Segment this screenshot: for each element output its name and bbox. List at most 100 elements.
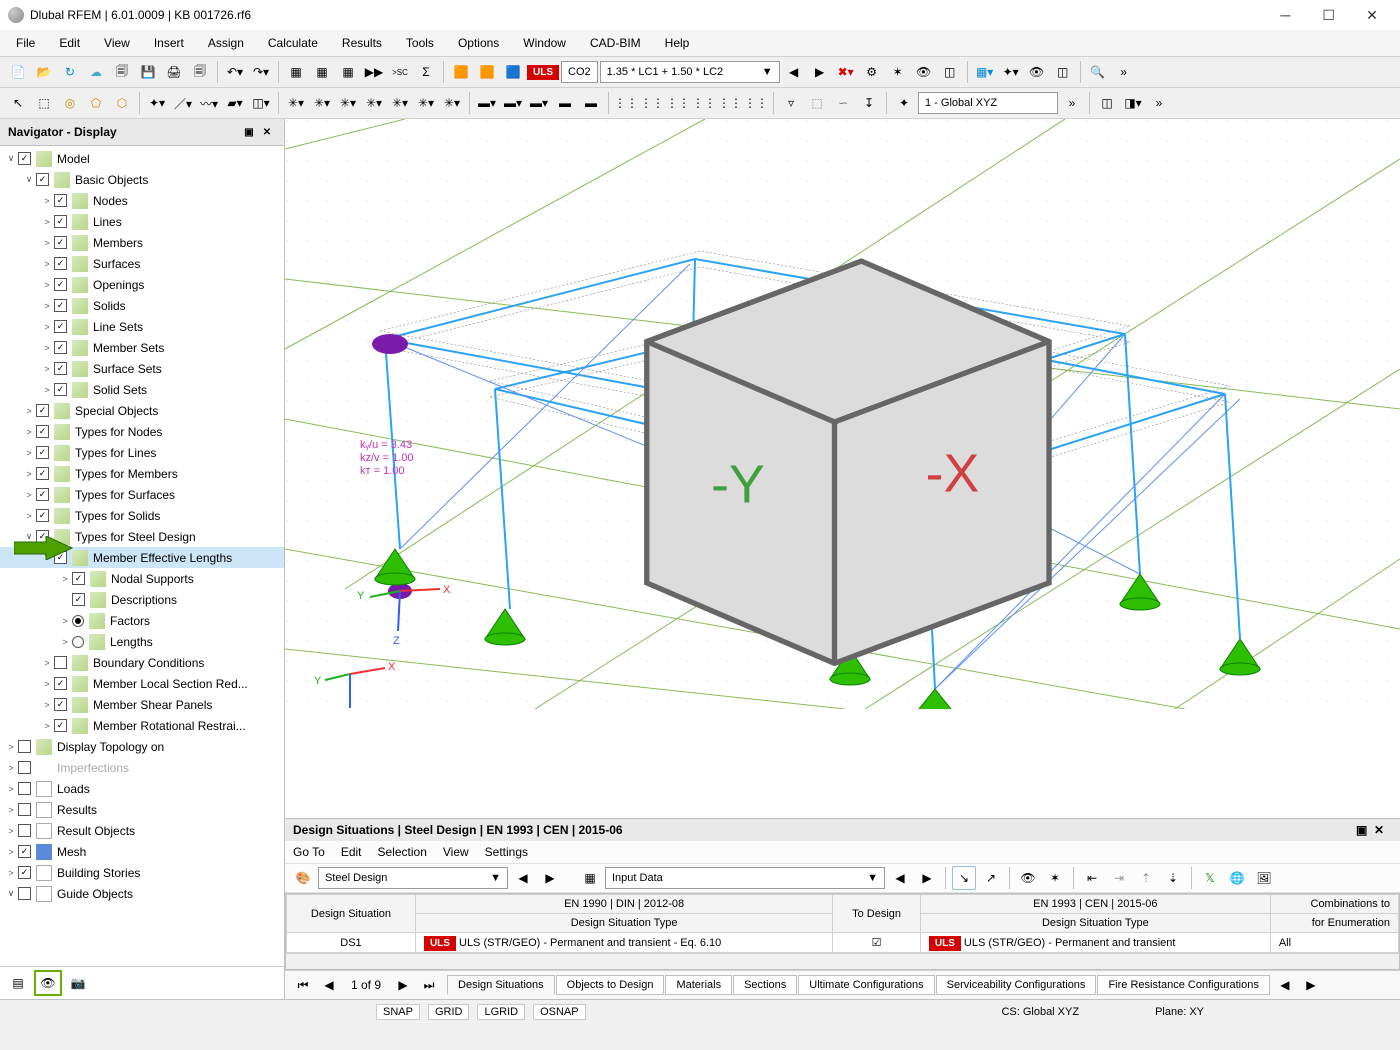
module-next[interactable]: ▶ — [538, 866, 562, 890]
menu-options[interactable]: Options — [446, 32, 511, 54]
lc-button-2[interactable]: 🟧 — [475, 60, 499, 84]
preview-button[interactable]: 👁 — [912, 60, 936, 84]
expand-arrow-icon[interactable]: > — [4, 826, 18, 836]
select-tool-3[interactable]: ◎ — [58, 91, 82, 115]
bottom-tab[interactable]: Design Situations — [447, 975, 555, 995]
draw-opening-button[interactable]: ◫▾ — [249, 91, 273, 115]
table-view-1-button[interactable]: ▦ — [284, 60, 308, 84]
expand-arrow-icon[interactable]: > — [22, 427, 36, 437]
tree-item[interactable]: >Results — [0, 799, 284, 820]
expand-arrow-icon[interactable]: > — [40, 238, 54, 248]
tree-item[interactable]: ∨Member Effective Lengths — [0, 547, 284, 568]
checkbox[interactable] — [36, 425, 49, 438]
menu-window[interactable]: Window — [511, 32, 578, 54]
more-toolbar-3[interactable]: » — [1147, 91, 1171, 115]
checkbox[interactable] — [18, 845, 31, 858]
open-button[interactable]: 📂 — [32, 60, 56, 84]
menu-insert[interactable]: Insert — [142, 32, 196, 54]
expand-arrow-icon[interactable]: > — [40, 385, 54, 395]
tree-item[interactable]: >Loads — [0, 778, 284, 799]
draw-surface-button[interactable]: ▰▾ — [223, 91, 247, 115]
checkbox[interactable] — [36, 467, 49, 480]
module-combo[interactable]: Steel Design▼ — [318, 867, 508, 889]
expand-arrow-icon[interactable]: > — [40, 217, 54, 227]
nav-tab-views[interactable]: 📷 — [64, 970, 92, 996]
tree-item[interactable]: ∨Types for Steel Design — [0, 526, 284, 547]
data-prev[interactable]: ◀ — [888, 866, 912, 890]
tool-c-button[interactable]: ◫ — [938, 60, 962, 84]
status-lgrid[interactable]: LGRID — [477, 1004, 525, 1020]
checkbox[interactable] — [72, 593, 85, 606]
table-scrollbar[interactable] — [286, 953, 1399, 969]
checkbox[interactable] — [36, 404, 49, 417]
checkbox[interactable] — [54, 278, 67, 291]
grid-tool-4[interactable]: ⋮⋮ — [692, 91, 716, 115]
checkbox[interactable] — [54, 299, 67, 312]
panel-menu-selection[interactable]: Selection — [378, 845, 427, 859]
checkbox[interactable] — [18, 824, 31, 837]
table-view-3-button[interactable]: ▦ — [336, 60, 360, 84]
excel-button[interactable]: 𝕏 — [1198, 866, 1222, 890]
expand-arrow-icon[interactable]: > — [40, 259, 54, 269]
close-button[interactable]: ✕ — [1352, 2, 1392, 28]
checkbox[interactable] — [54, 677, 67, 690]
sel-tool-1[interactable]: ↘ — [952, 866, 976, 890]
expand-arrow-icon[interactable]: > — [40, 721, 54, 731]
data-combo[interactable]: Input Data▼ — [605, 867, 885, 889]
tree-item[interactable]: >Types for Solids — [0, 505, 284, 526]
save-button[interactable]: 💾 — [136, 60, 160, 84]
checkbox[interactable] — [72, 572, 85, 585]
misc-tool-1[interactable]: ⬚ — [805, 91, 829, 115]
tree-item[interactable]: >Lengths — [0, 631, 284, 652]
row-up[interactable]: ⇡ — [1134, 866, 1158, 890]
tree-item[interactable]: >Types for Lines — [0, 442, 284, 463]
checkbox[interactable] — [54, 383, 67, 396]
status-grid[interactable]: GRID — [428, 1004, 470, 1020]
draw-node-button[interactable]: ✦▾ — [145, 91, 169, 115]
tree-item[interactable]: >Building Stories — [0, 862, 284, 883]
tree-item[interactable]: >Types for Nodes — [0, 421, 284, 442]
axis-icon-button[interactable]: ✦▾ — [999, 60, 1023, 84]
grid-tool-3[interactable]: ⋮⋮ — [666, 91, 690, 115]
tree-item[interactable]: >Surface Sets — [0, 358, 284, 379]
solid-tool-5[interactable]: ▬ — [579, 91, 603, 115]
expand-arrow-icon[interactable]: > — [58, 574, 72, 584]
tree-item[interactable]: >Types for Surfaces — [0, 484, 284, 505]
radio[interactable] — [72, 615, 84, 627]
final-tool-2[interactable]: ◨▾ — [1121, 91, 1145, 115]
radio[interactable] — [72, 636, 84, 648]
tabs-scroll-left[interactable]: ◀ — [1273, 973, 1297, 997]
tree-item[interactable]: >Special Objects — [0, 400, 284, 421]
more-toolbar-2[interactable]: » — [1060, 91, 1084, 115]
bottom-tab[interactable]: Fire Resistance Configurations — [1097, 975, 1269, 995]
expand-arrow-icon[interactable]: > — [4, 763, 18, 773]
tree-item[interactable]: >Line Sets — [0, 316, 284, 337]
print-button[interactable]: 🖨 — [162, 60, 186, 84]
menu-file[interactable]: File — [4, 32, 47, 54]
reload-button[interactable]: ↻ — [58, 60, 82, 84]
cloud-button[interactable]: ☁ — [84, 60, 108, 84]
select-tool-1[interactable]: ↖ — [6, 91, 30, 115]
tree-item[interactable]: >Nodal Supports — [0, 568, 284, 589]
sel-tool-2[interactable]: ↗ — [979, 866, 1003, 890]
checkbox[interactable] — [54, 236, 67, 249]
expand-arrow-icon[interactable]: > — [4, 847, 18, 857]
tree-item[interactable]: >Result Objects — [0, 820, 284, 841]
checkbox[interactable] — [54, 362, 67, 375]
loadcase-id[interactable]: CO2 — [561, 61, 598, 83]
expand-arrow-icon[interactable]: ∨ — [40, 552, 54, 563]
grid-tool-5[interactable]: ⋮⋮ — [718, 91, 742, 115]
tree-item[interactable]: >Lines — [0, 211, 284, 232]
next-case-button[interactable]: ▶ — [808, 60, 832, 84]
tree-item[interactable]: >Mesh — [0, 841, 284, 862]
filter-delete-button[interactable]: ✖▾ — [834, 60, 858, 84]
bottom-panel-undock[interactable]: ▣ — [1356, 823, 1374, 837]
expand-arrow-icon[interactable]: ∨ — [4, 888, 18, 899]
expand-arrow-icon[interactable]: > — [22, 469, 36, 479]
menu-edit[interactable]: Edit — [47, 32, 92, 54]
lc-button-1[interactable]: 🟧 — [449, 60, 473, 84]
nav-tab-data[interactable]: ▤ — [4, 970, 32, 996]
misc-tool-3[interactable]: ↧ — [857, 91, 881, 115]
green-tool-4[interactable]: ✳▾ — [362, 91, 386, 115]
expand-arrow-icon[interactable]: > — [22, 511, 36, 521]
